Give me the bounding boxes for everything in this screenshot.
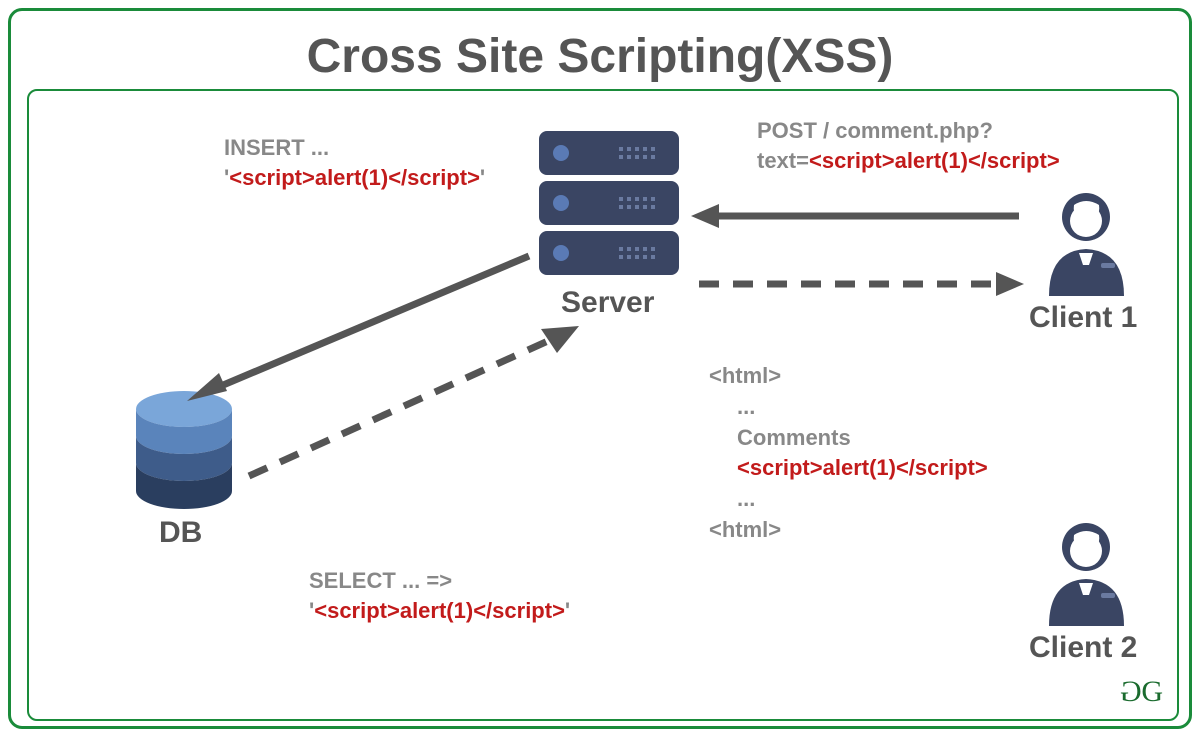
html-close: <html> <box>709 515 988 546</box>
insert-quote-close: ' <box>480 165 485 190</box>
db-label: DB <box>159 516 202 550</box>
post-line2-prefix: text= <box>757 148 809 173</box>
select-annotation: SELECT ... => '<script>alert(1)</script>… <box>309 566 570 625</box>
diagram-title: Cross Site Scripting(XSS) <box>11 29 1189 84</box>
server-icon <box>539 131 679 281</box>
html-open: <html> <box>709 361 988 392</box>
client1-person-icon <box>1039 191 1134 296</box>
html-response-block: <html> ... Comments <script>alert(1)</sc… <box>709 361 988 546</box>
client2-label: Client 2 <box>1029 631 1137 665</box>
arrow-client1-to-server <box>689 201 1029 231</box>
select-quote-close: ' <box>565 598 570 623</box>
diagram-inner-frame: Server DB Client 1 Client 2 <box>27 89 1179 721</box>
diagram-outer-frame: Cross Site Scripting(XSS) <box>8 8 1192 729</box>
html-comments: Comments <box>709 423 988 454</box>
client2-person-icon <box>1039 521 1134 626</box>
html-dots2: ... <box>709 484 988 515</box>
arrow-server-to-client1 <box>689 269 1029 299</box>
post-payload: <script>alert(1)</script> <box>809 148 1060 173</box>
select-payload: <script>alert(1)</script> <box>314 598 565 623</box>
arrow-db-to-server <box>229 311 589 491</box>
insert-payload: <script>alert(1)</script> <box>229 165 480 190</box>
html-payload: <script>alert(1)</script> <box>709 453 988 484</box>
watermark-logo: GG <box>1124 675 1159 709</box>
post-line1: POST / comment.php? <box>757 118 993 143</box>
client1-label: Client 1 <box>1029 301 1137 335</box>
post-annotation: POST / comment.php? text=<script>alert(1… <box>757 116 1060 175</box>
html-dots1: ... <box>709 392 988 423</box>
insert-annotation: INSERT ... '<script>alert(1)</script>' <box>224 133 485 192</box>
select-text: SELECT ... => <box>309 568 452 593</box>
insert-text: INSERT ... <box>224 135 329 160</box>
